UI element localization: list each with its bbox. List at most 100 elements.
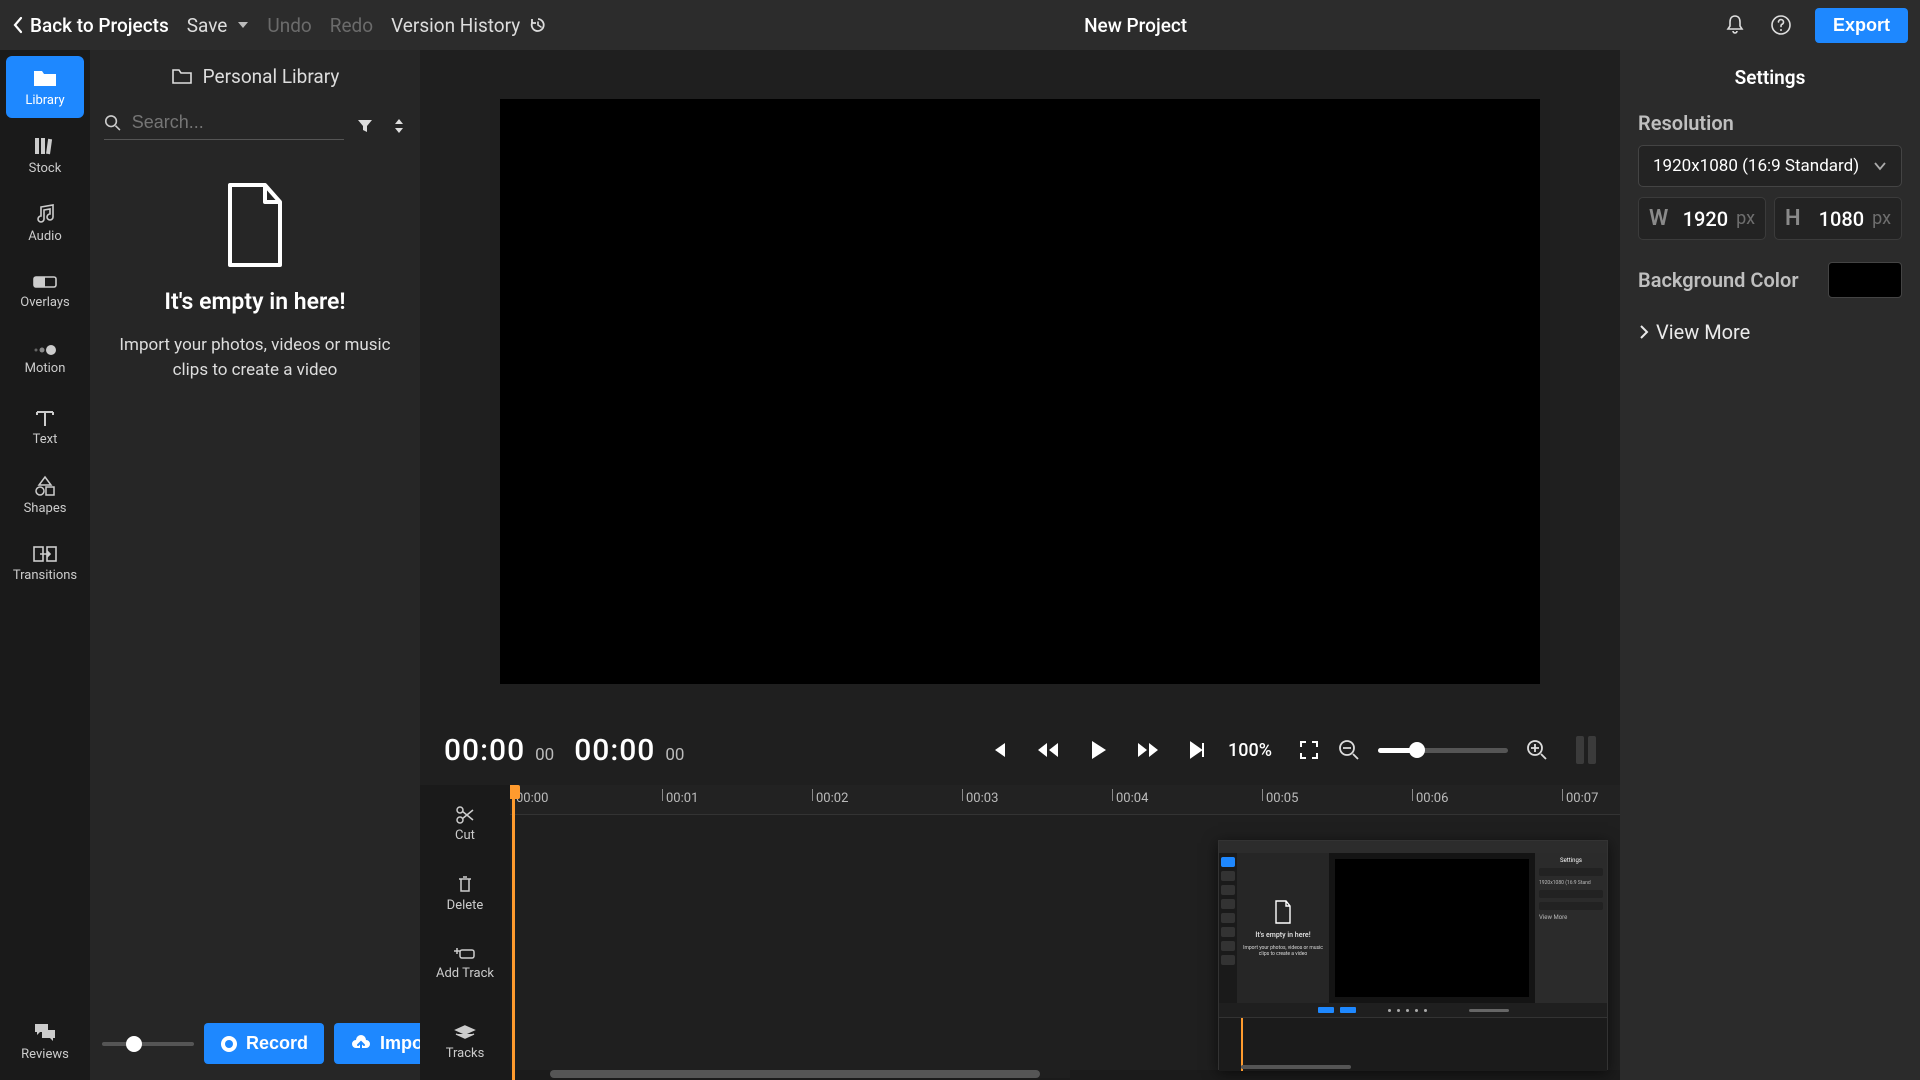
rewind-icon [1036,740,1060,760]
library-header[interactable]: Personal Library [90,50,420,102]
library-empty-state: It's empty in here! Import your photos, … [90,150,420,1011]
save-menu[interactable]: Save [187,14,250,37]
nav-library-label: Library [25,93,64,108]
help-icon [1769,13,1793,37]
settings-title: Settings [1638,66,1902,89]
nav-audio[interactable]: Audio [6,192,84,254]
empty-title: It's empty in here! [164,288,345,315]
undo-button[interactable]: Undo [267,14,311,37]
zoom-slider[interactable] [1378,748,1508,753]
nav-overlays[interactable]: Overlays [6,260,84,322]
timeline-left-tools: Cut Delete Add Track Tracks [420,785,510,1080]
nav-reviews[interactable]: Reviews [6,1010,84,1072]
rewind-button[interactable] [1036,740,1060,760]
add-track-icon [454,946,476,962]
add-track-label: Add Track [436,966,494,981]
play-icon [1088,739,1108,761]
tracks-button[interactable]: Tracks [429,1013,501,1072]
bg-color-swatch[interactable] [1828,262,1902,298]
height-unit: px [1872,208,1891,229]
search-input[interactable] [132,112,344,133]
total-time: 00:00 00 [574,733,684,768]
video-preview[interactable] [500,99,1540,684]
transport-controls [988,739,1208,761]
w-letter: W [1649,206,1668,231]
current-time: 00:00 00 [444,733,554,768]
ruler-tick: 00:04 [1116,791,1148,806]
notifications-button[interactable] [1723,13,1747,37]
pip-thumbnail[interactable]: It's empty in here! Import your photos, … [1218,840,1608,1070]
sort-button[interactable] [392,117,406,135]
history-icon [528,15,548,35]
resolution-group: Resolution 1920x1080 (16:9 Standard) W 1… [1638,111,1902,240]
chevron-left-icon [12,16,24,34]
back-to-projects-link[interactable]: Back to Projects [12,14,169,37]
nav-library[interactable]: Library [6,56,84,118]
shapes-icon [33,475,57,497]
nav-transitions[interactable]: Transitions [6,532,84,594]
filter-button[interactable] [356,117,374,135]
zoom-in-button[interactable] [1526,739,1548,761]
pip-viewmore: View More [1539,914,1603,921]
music-icon [33,203,57,225]
bell-icon [1723,13,1747,37]
width-input[interactable]: W 1920 px [1638,197,1766,240]
total-time-main: 00:00 [574,733,655,768]
version-history-button[interactable]: Version History [391,14,548,37]
export-button[interactable]: Export [1815,8,1908,43]
redo-button[interactable]: Redo [330,14,373,37]
sort-icon [392,117,406,135]
width-value: 1920 [1676,207,1728,231]
skip-start-icon [988,740,1008,760]
cut-button[interactable]: Cut [429,795,501,854]
nav-shapes-label: Shapes [24,501,67,516]
search-input-wrap[interactable] [104,112,344,140]
nav-transitions-label: Transitions [13,568,77,583]
nav-text[interactable]: Text [6,396,84,458]
fullscreen-button[interactable] [1298,739,1320,761]
resolution-select[interactable]: 1920x1080 (16:9 Standard) [1638,145,1902,187]
library-search-row [90,102,420,150]
height-input[interactable]: H 1080 px [1774,197,1902,240]
nav-stock-label: Stock [29,161,62,176]
overlay-icon [32,273,58,291]
view-more-toggle[interactable]: View More [1638,320,1902,344]
play-button[interactable] [1088,739,1108,761]
zoom-out-icon [1338,739,1360,761]
pip-empty-title: It's empty in here! [1255,931,1310,939]
ruler-tick: 00:03 [966,791,998,806]
back-label: Back to Projects [30,14,169,37]
nav-overlays-label: Overlays [20,295,69,310]
text-icon [34,408,56,428]
project-title[interactable]: New Project [1084,14,1187,37]
forward-button[interactable] [1136,740,1160,760]
thumbnail-size-slider[interactable] [102,1042,194,1046]
motion-icon [32,343,58,357]
zoom-out-button[interactable] [1338,739,1360,761]
height-value: 1080 [1809,207,1865,231]
record-icon [220,1035,238,1053]
record-label: Record [246,1033,308,1054]
timeline-ruler[interactable]: 00:0000:0100:0200:0300:0400:0500:0600:07… [510,785,1620,815]
playhead[interactable] [512,785,515,1080]
skip-start-button[interactable] [988,740,1008,760]
timeline-content[interactable]: 00:0000:0100:0200:0300:0400:0500:0600:07… [510,785,1620,1080]
library-header-label: Personal Library [203,65,340,88]
preview-wrap [420,50,1620,715]
h-letter: H [1785,206,1801,231]
delete-button[interactable]: Delete [429,864,501,923]
record-button[interactable]: Record [204,1023,324,1064]
zoom-in-icon [1526,739,1548,761]
background-color-row: Background Color [1638,262,1902,298]
skip-end-button[interactable] [1188,740,1208,760]
pip-empty-sub: Import your photos, videos or music clip… [1241,945,1325,957]
nav-shapes[interactable]: Shapes [6,464,84,526]
add-track-button[interactable]: Add Track [429,934,501,993]
nav-stock[interactable]: Stock [6,124,84,186]
help-button[interactable] [1769,13,1793,37]
main-area: Library Stock Audio Overlays Motion Text… [0,50,1920,1080]
timeline-scrollbar[interactable] [550,1070,1070,1078]
panel-toggle[interactable] [1576,736,1596,764]
bg-label: Background Color [1638,268,1799,292]
nav-motion[interactable]: Motion [6,328,84,390]
